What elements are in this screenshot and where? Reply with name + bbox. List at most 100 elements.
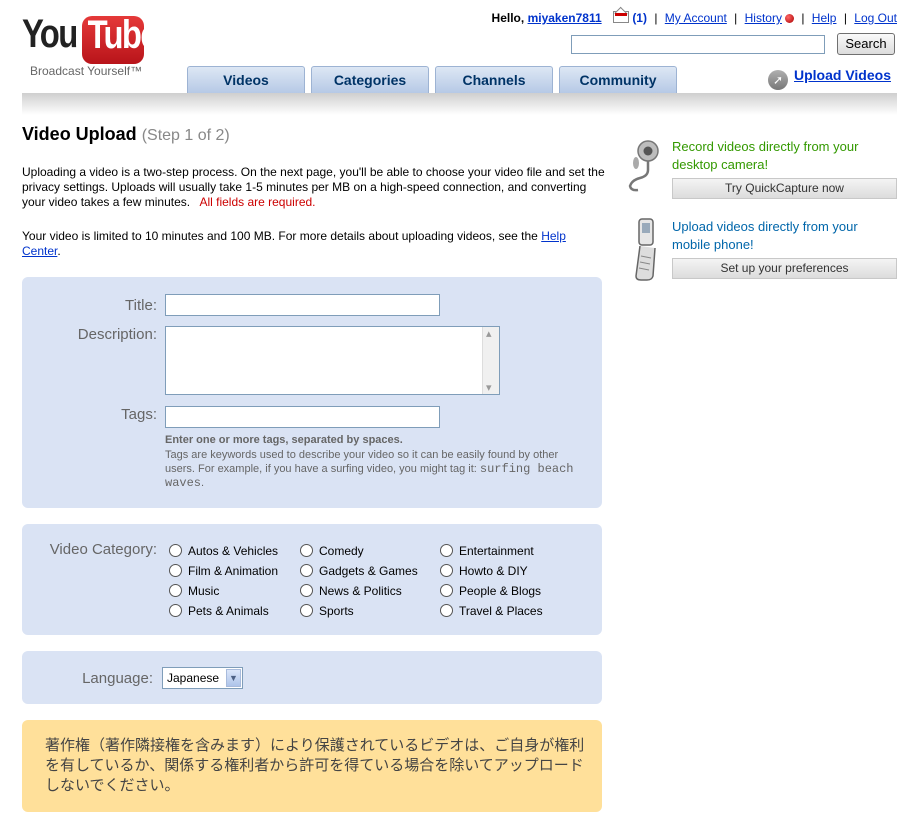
mobile-text: Upload videos directly from your mobile … xyxy=(672,218,858,254)
quickcapture-button[interactable]: Try QuickCapture now xyxy=(672,178,897,199)
page-title: Video Upload (Step 1 of 2) xyxy=(22,124,230,145)
quickcapture-line2: desktop camera! xyxy=(672,157,769,172)
category-option[interactable]: Entertainment xyxy=(440,544,534,558)
tags-input[interactable] xyxy=(165,406,440,428)
category-option[interactable]: Autos & Vehicles xyxy=(169,544,278,558)
quickcapture-line1: Record videos directly from your xyxy=(672,139,859,154)
tags-example-end: . xyxy=(201,477,205,489)
mobile-line1: Upload videos directly from your xyxy=(672,219,858,234)
radio-button[interactable] xyxy=(169,604,182,617)
account-bar: Hello, miyaken7811 (1) | My Account | Hi… xyxy=(492,11,897,25)
logo-you: You xyxy=(22,12,78,56)
search-input[interactable] xyxy=(571,35,825,54)
tags-help-text: Tags are keywords used to describe your … xyxy=(165,448,590,490)
radio-button[interactable] xyxy=(440,564,453,577)
language-label: Language: xyxy=(82,670,153,687)
logout-link[interactable]: Log Out xyxy=(854,11,897,25)
language-selected: Japanese xyxy=(167,671,220,685)
search-button[interactable]: Search xyxy=(837,33,895,55)
radio-button[interactable] xyxy=(169,584,182,597)
radio-button[interactable] xyxy=(300,604,313,617)
title-label: Title: xyxy=(125,297,157,314)
description-scrollbar[interactable] xyxy=(482,327,499,394)
separator: | xyxy=(801,11,805,25)
history-link[interactable]: History xyxy=(745,11,782,25)
tab-videos[interactable]: Videos xyxy=(187,66,305,93)
mobile-line2: mobile phone! xyxy=(672,237,754,252)
category-option[interactable]: Howto & DIY xyxy=(440,564,528,578)
category-option-label: Sports xyxy=(319,604,354,618)
nav-bar xyxy=(22,93,897,115)
page-title-text: Video Upload xyxy=(22,124,137,144)
title-input[interactable] xyxy=(165,294,440,316)
category-option-label: Gadgets & Games xyxy=(319,564,418,578)
category-option[interactable]: People & Blogs xyxy=(440,584,541,598)
category-option-label: Music xyxy=(188,584,220,598)
page-step: (Step 1 of 2) xyxy=(141,127,230,144)
radio-button[interactable] xyxy=(440,604,453,617)
chevron-down-icon[interactable]: ▼ xyxy=(226,669,241,687)
category-label: Video Category: xyxy=(49,541,157,558)
message-count-link[interactable]: (1) xyxy=(632,11,647,25)
category-option[interactable]: Sports xyxy=(300,604,354,618)
username-link[interactable]: miyaken7811 xyxy=(528,11,602,25)
category-option[interactable]: Comedy xyxy=(300,544,364,558)
category-option-label: Film & Animation xyxy=(188,564,279,578)
category-option-label: Travel & Places xyxy=(459,604,543,618)
category-option-label: News & Politics xyxy=(319,584,402,598)
category-option[interactable]: Travel & Places xyxy=(440,604,543,618)
category-option-label: People & Blogs xyxy=(459,584,542,598)
radio-button[interactable] xyxy=(169,564,182,577)
quickcapture-text: Record videos directly from your desktop… xyxy=(672,138,858,174)
radio-button[interactable] xyxy=(300,544,313,557)
category-option-label: Autos & Vehicles xyxy=(188,544,279,558)
description-textarea[interactable] xyxy=(165,326,500,395)
required-notice: All fields are required. xyxy=(199,195,316,209)
history-record-icon xyxy=(784,14,794,23)
category-option[interactable]: Film & Animation xyxy=(169,564,278,578)
category-option-label: Entertainment xyxy=(459,544,534,558)
category-option-label: Comedy xyxy=(319,544,364,558)
radio-button[interactable] xyxy=(440,544,453,557)
copyright-notice: 著作権（著作隣接権を含みます）により保護されているビデオは、ご自身が権利を有して… xyxy=(22,720,602,812)
tab-channels[interactable]: Channels xyxy=(435,66,553,93)
tab-community[interactable]: Community xyxy=(559,66,677,93)
copyright-notice-text: 著作権（著作隣接権を含みます）により保護されているビデオは、ご自身が権利を有して… xyxy=(45,737,585,794)
radio-button[interactable] xyxy=(300,584,313,597)
my-account-link[interactable]: My Account xyxy=(665,11,727,25)
tab-categories[interactable]: Categories xyxy=(311,66,429,93)
category-option[interactable]: Gadgets & Games xyxy=(300,564,418,578)
category-option-label: Pets & Animals xyxy=(188,604,269,618)
upload-videos-label[interactable]: Upload Videos xyxy=(794,67,891,83)
separator: | xyxy=(734,11,738,25)
category-option[interactable]: Music xyxy=(169,584,219,598)
mobile-preferences-button[interactable]: Set up your preferences xyxy=(672,258,897,279)
youtube-logo[interactable]: You Tube Broadcast Yourself™ xyxy=(22,12,159,82)
hello-text: Hello, xyxy=(491,11,525,25)
mail-icon[interactable] xyxy=(612,11,629,23)
separator: | xyxy=(654,11,658,25)
help-link[interactable]: Help xyxy=(812,11,837,25)
category-option[interactable]: News & Politics xyxy=(300,584,402,598)
radio-button[interactable] xyxy=(440,584,453,597)
logo-tagline: Broadcast Yourself™ xyxy=(30,64,143,78)
limit-text: Your video is limited to 10 minutes and … xyxy=(22,229,607,259)
description-label: Description: xyxy=(77,326,157,343)
language-select[interactable]: Japanese ▼ xyxy=(162,667,243,689)
tags-help-heading: Enter one or more tags, separated by spa… xyxy=(165,434,403,446)
logo-tube-box: Tube xyxy=(82,13,159,64)
category-option-label: Howto & DIY xyxy=(459,564,528,578)
logo-tube: Tube xyxy=(87,13,159,57)
upload-videos-link[interactable]: ➚ Upload Videos xyxy=(768,67,891,90)
category-option[interactable]: Pets & Animals xyxy=(169,604,269,618)
limit-period: . xyxy=(57,244,61,258)
radio-button[interactable] xyxy=(300,564,313,577)
upload-arrow-icon: ➚ xyxy=(768,70,788,90)
tags-label: Tags: xyxy=(121,406,157,423)
mobile-phone-icon xyxy=(635,218,656,281)
separator: | xyxy=(843,11,847,25)
webcam-icon xyxy=(628,140,659,192)
intro-text: Uploading a video is a two-step process.… xyxy=(22,165,607,210)
limit-body: Your video is limited to 10 minutes and … xyxy=(22,229,538,243)
radio-button[interactable] xyxy=(169,544,182,557)
